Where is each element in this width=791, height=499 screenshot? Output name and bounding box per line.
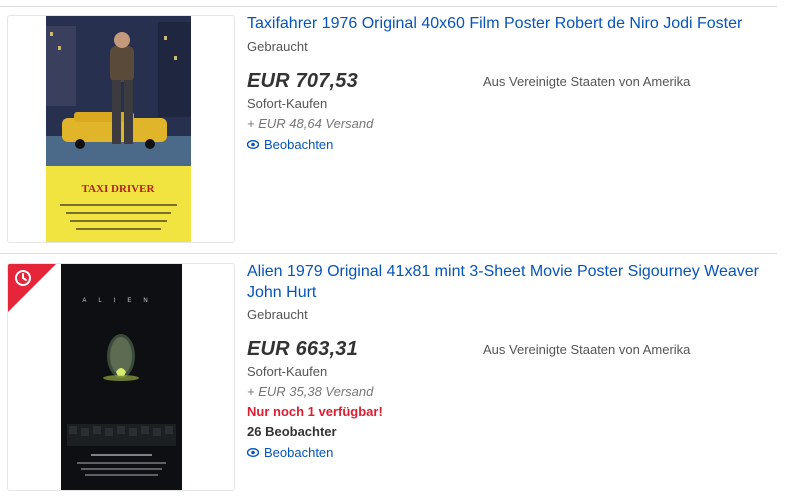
watch-label: Beobachten bbox=[264, 445, 334, 460]
listing-image[interactable]: TAXI DRIVER bbox=[7, 15, 235, 243]
price: EUR 663,31 bbox=[247, 338, 358, 360]
watch-label: Beobachten bbox=[264, 137, 334, 152]
item-origin: Aus Vereinigte Staaten von Amerika bbox=[483, 74, 691, 89]
listing-title[interactable]: Alien 1979 Original 41x81 mint 3-Sheet M… bbox=[247, 261, 777, 303]
shipping-cost: + EUR 48,64 Versand bbox=[247, 116, 374, 131]
poster-alien: ALIEN bbox=[61, 264, 182, 490]
listing-title[interactable]: Taxifahrer 1976 Original 40x60 Film Post… bbox=[247, 13, 777, 34]
watch-link[interactable]: Beobachten bbox=[247, 137, 333, 152]
eye-icon bbox=[247, 140, 259, 149]
listing-image[interactable]: ALIEN bbox=[7, 263, 235, 491]
condition: Gebraucht bbox=[247, 39, 308, 54]
poster-title: TAXI DRIVER bbox=[82, 183, 156, 195]
availability-alert: Nur noch 1 verfügbar! bbox=[247, 404, 383, 419]
clock-icon bbox=[8, 264, 56, 312]
watcher-count: 26 Beobachter bbox=[247, 424, 337, 439]
item-origin: Aus Vereinigte Staaten von Amerika bbox=[483, 342, 691, 357]
condition: Gebraucht bbox=[247, 307, 308, 322]
watch-link[interactable]: Beobachten bbox=[247, 445, 333, 460]
poster-taxi-driver: TAXI DRIVER bbox=[46, 16, 191, 242]
eye-icon bbox=[247, 448, 259, 457]
price: EUR 707,53 bbox=[247, 70, 358, 92]
buy-format: Sofort-Kaufen bbox=[247, 364, 328, 379]
poster-title: ALIEN bbox=[82, 298, 159, 304]
shipping-cost: + EUR 35,38 Versand bbox=[247, 384, 374, 399]
listing-divider bbox=[0, 253, 777, 254]
buy-format: Sofort-Kaufen bbox=[247, 96, 328, 111]
top-divider bbox=[0, 6, 777, 7]
